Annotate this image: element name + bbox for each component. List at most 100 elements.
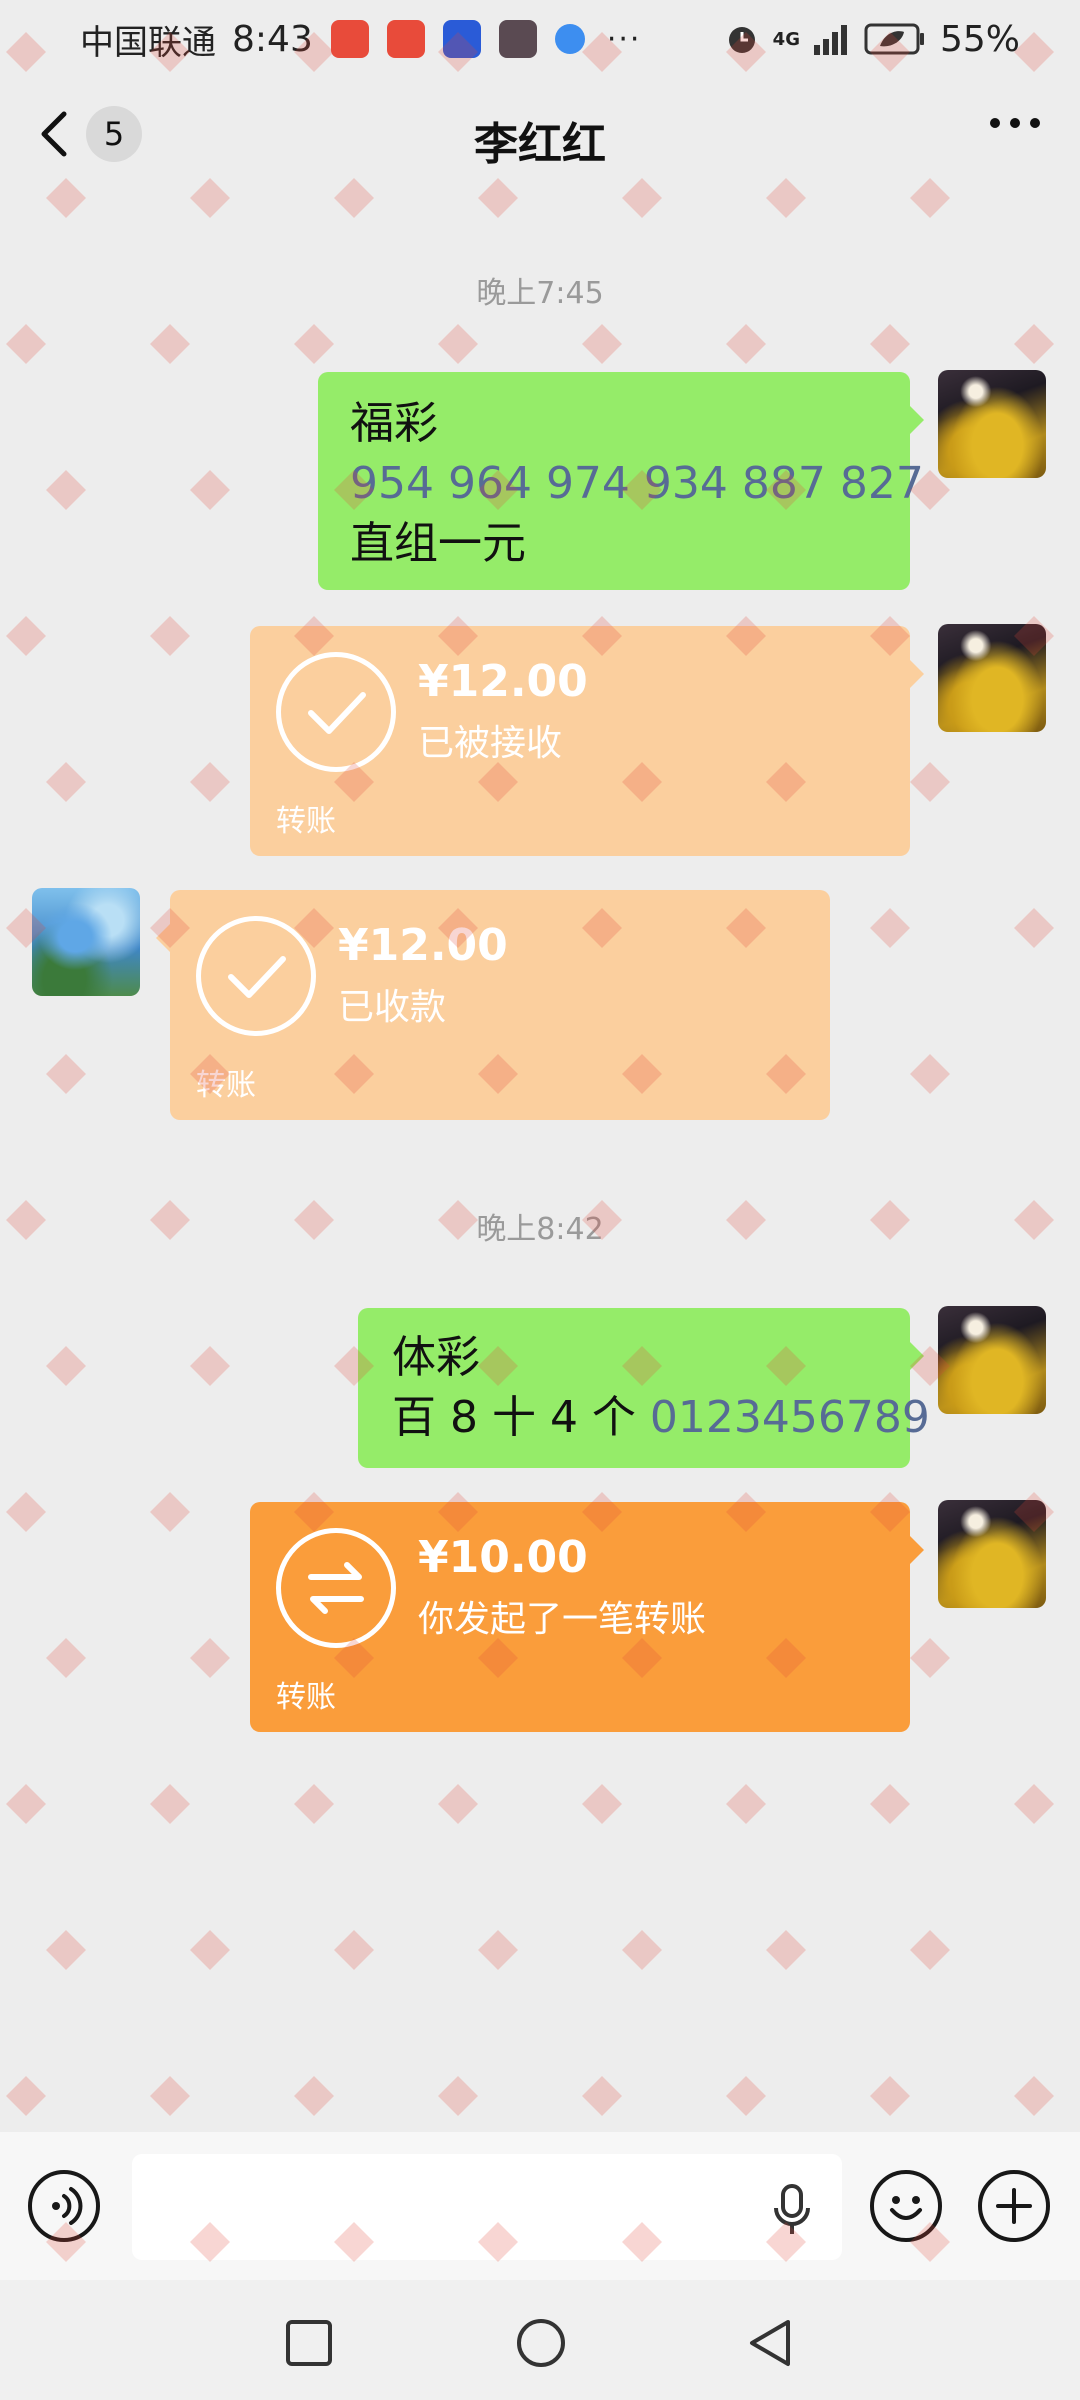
watermark-icon (150, 1784, 190, 1824)
more-notifications-icon: ··· (606, 21, 642, 57)
watermark-icon (1014, 908, 1054, 948)
watermark-icon (294, 1784, 334, 1824)
watermark-icon (334, 1930, 374, 1970)
signal-icon (813, 25, 847, 55)
watermark-icon (438, 2076, 478, 2116)
watermark-icon (46, 1638, 86, 1678)
message-input[interactable] (132, 2154, 842, 2260)
transfer-amount: ¥12.00 (338, 920, 508, 971)
sent-text-message[interactable]: 体彩 百 8 十 4 个 0123456789 (358, 1308, 930, 1468)
watermark-icon (6, 1492, 46, 1532)
chat-header: 5 李红红 (0, 78, 1080, 198)
transfer-status: 你发起了一笔转账 (418, 1599, 707, 1640)
transfer-amount: ¥12.00 (418, 656, 588, 707)
watermark-icon (870, 324, 910, 364)
watermark-icon (726, 324, 766, 364)
bubble-tail (156, 924, 170, 952)
transfer-label: 转账 (276, 804, 336, 839)
watermark-icon (294, 324, 334, 364)
mic-icon[interactable] (768, 2182, 816, 2238)
status-bar: 中国联通 8:43 ··· 4G 55% (0, 0, 1080, 78)
circle-icon[interactable] (514, 2316, 568, 2370)
bubble-tail (910, 1536, 924, 1564)
watermark-icon (910, 1638, 950, 1678)
check-icon (276, 652, 396, 772)
bubble-tail (910, 660, 924, 688)
watermark-icon (870, 2076, 910, 2116)
watermark-icon (6, 324, 46, 364)
watermark-icon (6, 2076, 46, 2116)
avatar[interactable] (938, 1306, 1046, 1414)
app-notification-icon (442, 20, 481, 58)
app-notification-icon (498, 20, 537, 58)
watermark-icon (190, 1346, 230, 1386)
message-link-numbers[interactable]: 0123456789 (650, 1392, 930, 1443)
watermark-icon (910, 762, 950, 802)
transfer-amount: ¥10.00 (418, 1532, 588, 1583)
watermark-icon (1014, 1784, 1054, 1824)
watermark-icon (582, 2076, 622, 2116)
watermark-icon (150, 324, 190, 364)
watermark-icon (910, 1930, 950, 1970)
avatar[interactable] (938, 1500, 1046, 1608)
avatar[interactable] (938, 370, 1046, 478)
watermark-icon (438, 324, 478, 364)
watermark-icon (910, 1054, 950, 1094)
watermark-icon (46, 1346, 86, 1386)
carrier-label: 中国联通 (80, 22, 216, 63)
bubble-tail (910, 406, 924, 434)
message-link-numbers[interactable]: 954 964 974 934 887 827 (350, 454, 924, 514)
watermark-icon (870, 1784, 910, 1824)
plus-icon[interactable] (978, 2170, 1050, 2242)
status-time: 8:43 (232, 18, 313, 60)
transfer-card[interactable]: ¥12.00 已收款 转账 (170, 890, 830, 1120)
watermark-icon (6, 616, 46, 656)
message-line: 百 8 十 4 个 (392, 1392, 650, 1443)
emoji-icon[interactable] (870, 2170, 942, 2242)
watermark-icon (766, 1930, 806, 1970)
timestamp: 晚上8:42 (476, 1212, 604, 1247)
transfer-status: 已被接收 (418, 723, 563, 764)
watermark-icon (150, 1492, 190, 1532)
transfer-arrows-icon (276, 1528, 396, 1648)
watermark-icon (294, 2076, 334, 2116)
system-navigation-bar (0, 2280, 1080, 2400)
watermark-icon (190, 1638, 230, 1678)
alarm-icon (728, 27, 755, 53)
watermark-icon (438, 1784, 478, 1824)
transfer-card[interactable]: ¥10.00 你发起了一笔转账 转账 (250, 1502, 910, 1732)
transfer-label: 转账 (196, 1068, 256, 1103)
battery-icon (864, 23, 924, 55)
voice-icon[interactable] (28, 2170, 100, 2242)
message-line: 直组一元 (350, 518, 526, 569)
bubble-tail (910, 1342, 924, 1370)
message-line: 福彩 (350, 398, 438, 449)
message-line: 体彩 (392, 1332, 480, 1383)
watermark-icon (870, 908, 910, 948)
transfer-status: 已收款 (338, 987, 447, 1028)
app-notification-icon (386, 20, 425, 58)
transfer-card[interactable]: ¥12.00 已被接收 转账 (250, 626, 910, 856)
watermark-icon (46, 470, 86, 510)
check-icon (196, 916, 316, 1036)
watermark-icon (190, 1930, 230, 1970)
watermark-icon (582, 1784, 622, 1824)
watermark-icon (190, 470, 230, 510)
watermark-icon (150, 616, 190, 656)
sent-text-message[interactable]: 福彩 954 964 974 934 887 827 直组一元 (318, 372, 924, 590)
watermark-icon (46, 1930, 86, 1970)
watermark-icon (726, 2076, 766, 2116)
watermark-icon (478, 1930, 518, 1970)
friend-avatar[interactable] (32, 888, 140, 996)
timestamp: 晚上7:45 (476, 276, 604, 311)
app-notification-icon (330, 20, 369, 58)
avatar[interactable] (938, 624, 1046, 732)
watermark-icon (582, 324, 622, 364)
watermark-icon (1014, 2076, 1054, 2116)
watermark-icon (190, 762, 230, 802)
watermark-icon (1014, 324, 1054, 364)
watermark-icon (726, 1784, 766, 1824)
more-icon[interactable] (990, 118, 1040, 128)
triangle-back-icon[interactable] (744, 2316, 794, 2370)
square-icon[interactable] (284, 2318, 334, 2368)
